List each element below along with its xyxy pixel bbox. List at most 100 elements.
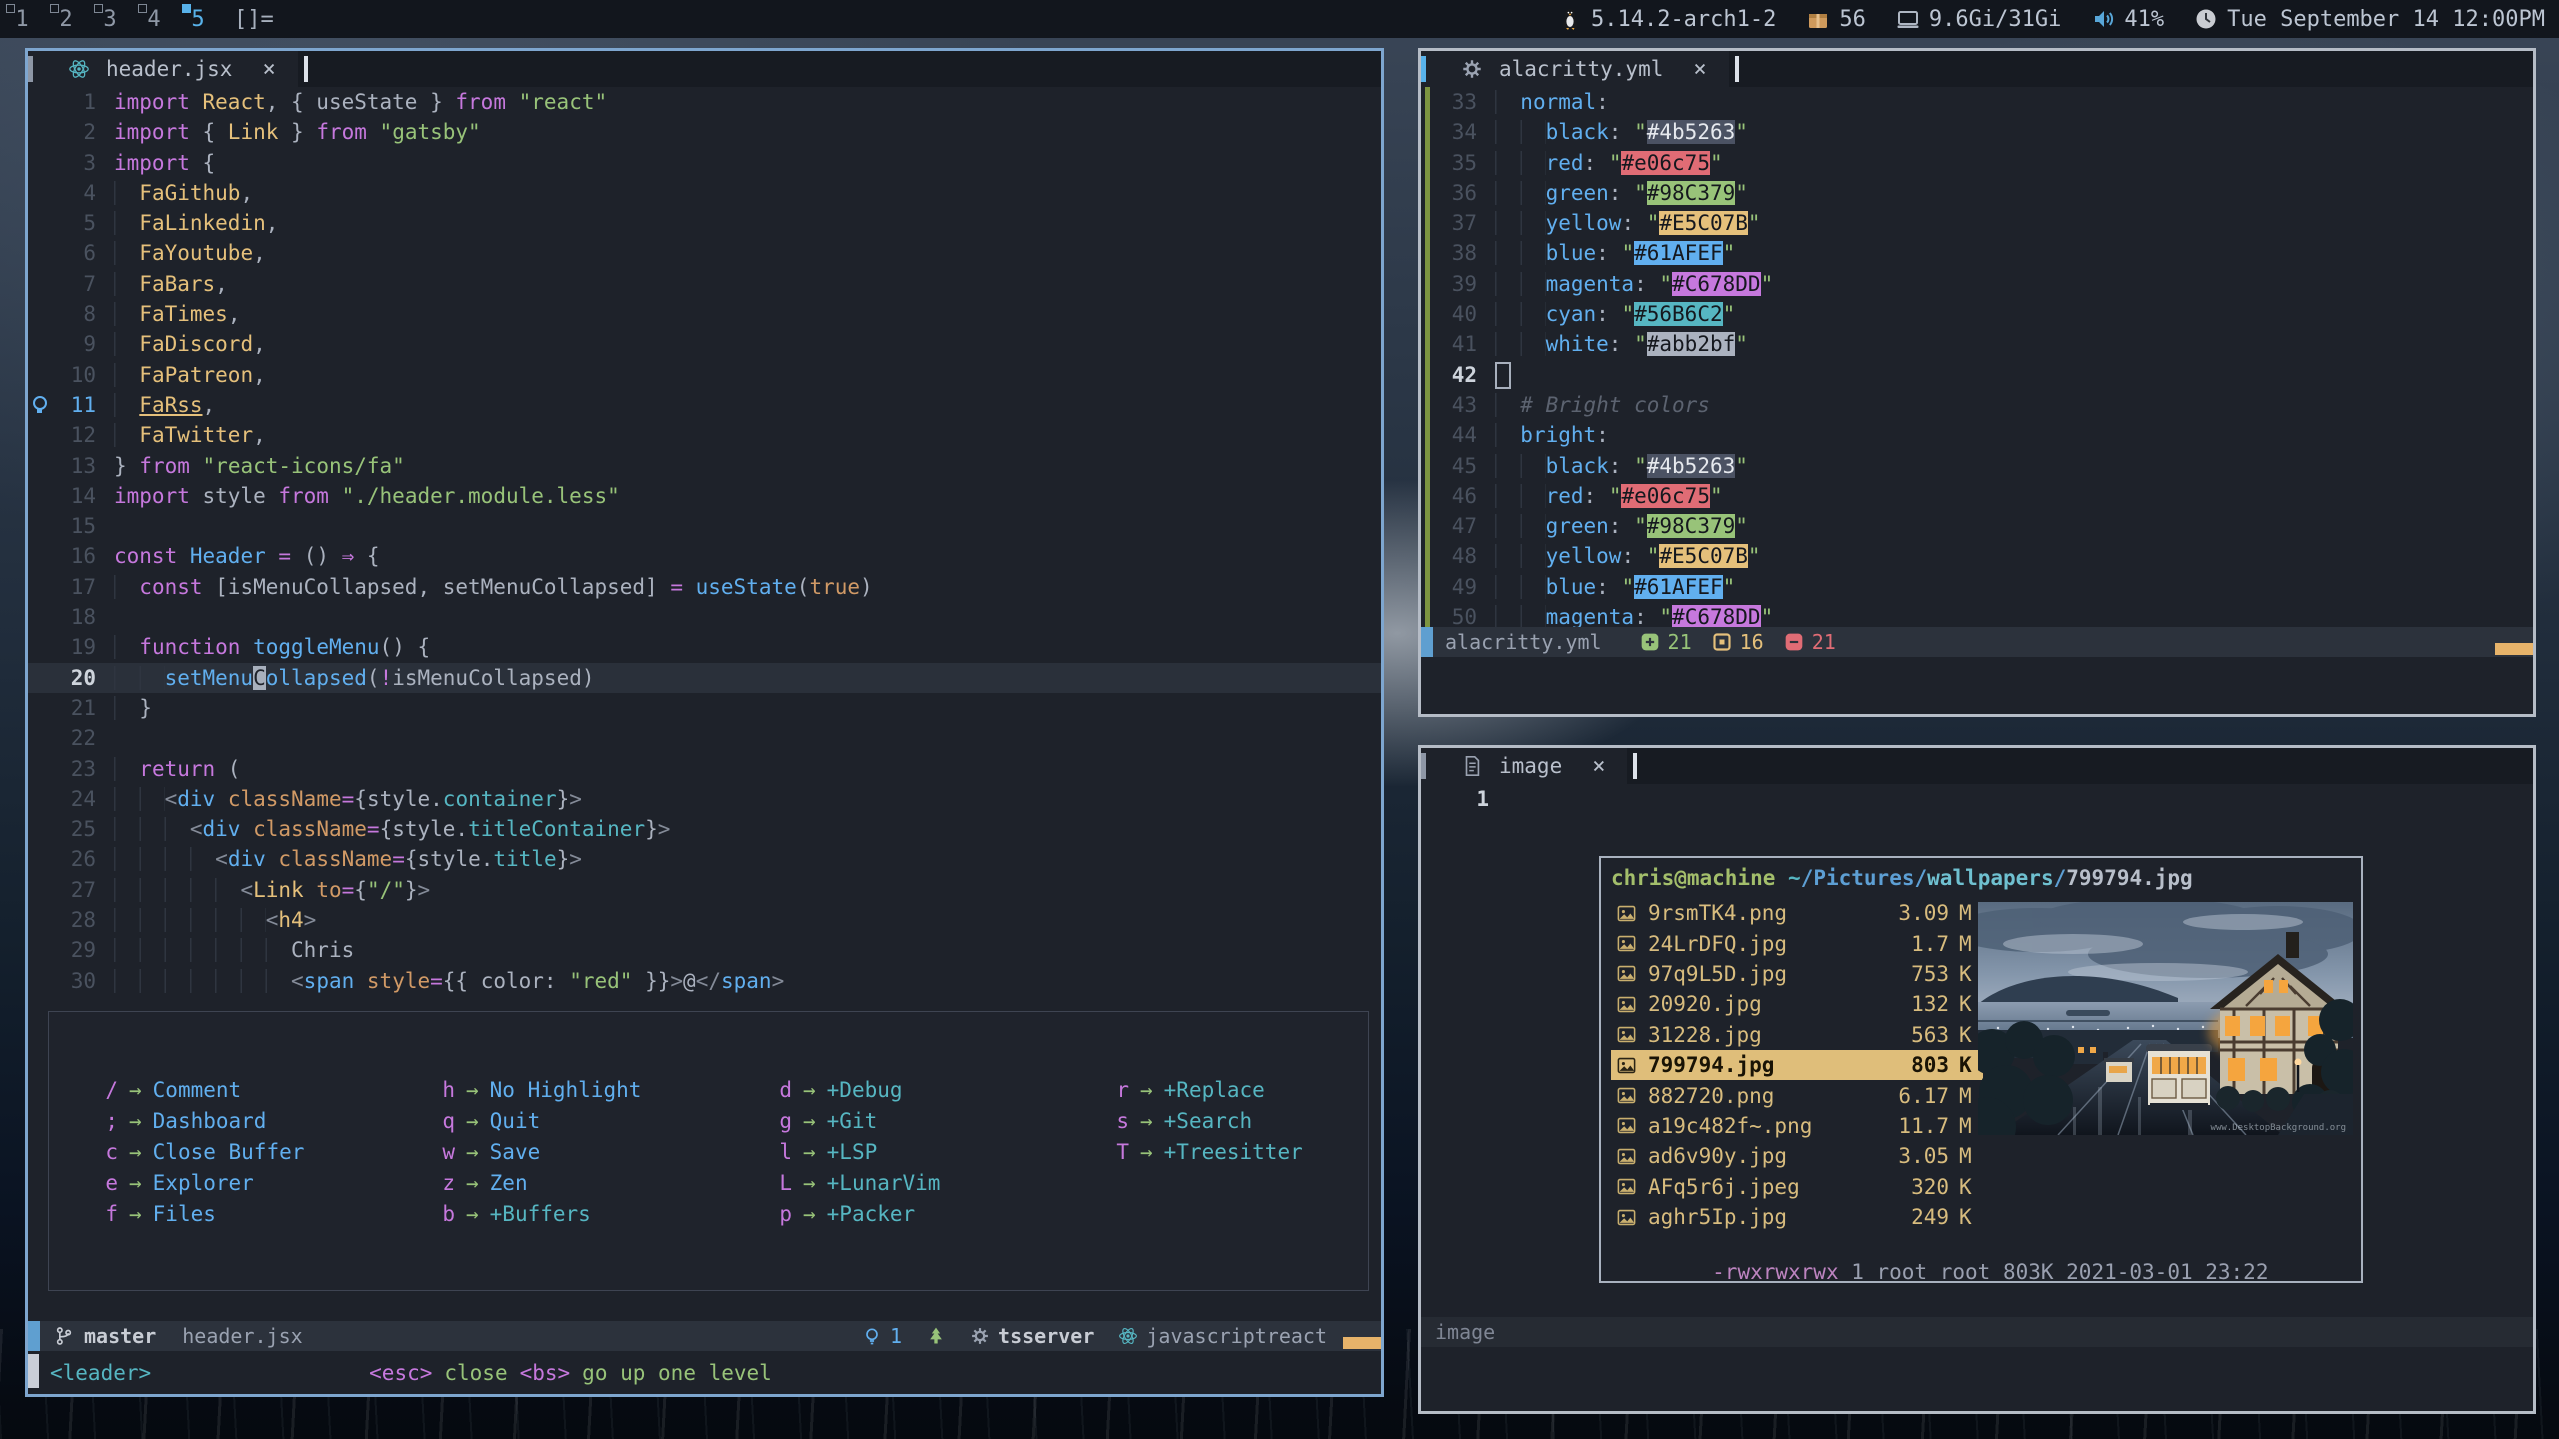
code-line: 37 yellow: "#E5C07B" xyxy=(1421,208,2533,238)
tabline-cursor xyxy=(1633,753,1637,779)
whichkey-entry[interactable]: q→Quit xyxy=(441,1105,778,1136)
code-buffer[interactable]: 33 normal:34 black: "#4b5263"35 red: "#e… xyxy=(1421,87,2533,627)
layout-symbol[interactable]: []= xyxy=(234,7,274,32)
code-line: 22 xyxy=(28,723,1381,753)
close-icon[interactable]: × xyxy=(262,57,275,82)
file-permissions: -rwxrwxrwx xyxy=(1712,1260,1838,1284)
lsp-server: tsserver xyxy=(998,1324,1094,1348)
file-row[interactable]: 31228.jpg563K xyxy=(1611,1020,1983,1050)
statusline-filename: image xyxy=(1435,1320,1495,1344)
whichkey-entry[interactable]: e→Explorer xyxy=(104,1167,441,1198)
clock-icon xyxy=(2194,7,2218,31)
whichkey-entry[interactable]: ;→Dashboard xyxy=(104,1105,441,1136)
whichkey-entry[interactable]: d→+Debug xyxy=(778,1074,1115,1105)
statusline-filename: header.jsx xyxy=(182,1324,302,1348)
whichkey-entry[interactable]: z→Zen xyxy=(441,1167,778,1198)
file-row[interactable]: 9rsmTK4.png3.09M xyxy=(1611,898,1983,928)
git-added-count: 21 xyxy=(1668,630,1692,654)
whichkey-grid: /→Comment;→Dashboardc→Close Buffere→Expl… xyxy=(104,1074,1368,1229)
cmdline: <leader> <esc> close <bs> go up one leve… xyxy=(28,1351,1381,1394)
code-line: 39 magenta: "#C678DD" xyxy=(1421,269,2533,299)
git-remove-icon xyxy=(1784,632,1804,652)
workspace-tag-2[interactable]: 2 xyxy=(44,0,88,38)
workspace-tag-1[interactable]: 1 xyxy=(0,0,44,38)
cmdline-cursor-block xyxy=(28,1354,39,1388)
picture-icon xyxy=(1617,935,1636,952)
file-meta: 1 root root 803K 2021-03-01 23:22 xyxy=(1839,1260,2269,1284)
file-row[interactable]: 97q9L5D.jpg753K xyxy=(1611,959,1983,989)
code-line: 45 black: "#4b5263" xyxy=(1421,451,2533,481)
whichkey-entry[interactable]: /→Comment xyxy=(104,1074,441,1105)
whichkey-entry[interactable]: f→Files xyxy=(104,1198,441,1229)
lightbulb-icon xyxy=(862,1326,882,1346)
whichkey-entry[interactable]: b→+Buffers xyxy=(441,1198,778,1229)
status-segment: 41% xyxy=(2091,7,2164,32)
code-line: 46 red: "#e06c75" xyxy=(1421,481,2533,511)
workspace-tag-3[interactable]: 3 xyxy=(88,0,132,38)
picture-icon xyxy=(1617,1178,1636,1195)
code-line: 11 FaRss, xyxy=(28,390,1381,420)
code-line: 23 return ( xyxy=(28,754,1381,784)
close-icon[interactable]: × xyxy=(1693,57,1706,82)
volume-icon xyxy=(2091,7,2115,31)
close-icon[interactable]: × xyxy=(1592,754,1605,779)
mode-indicator xyxy=(1421,627,1433,657)
code-line: 5 FaLinkedin, xyxy=(28,208,1381,238)
code-line: 1import React, { useState } from "react" xyxy=(28,87,1381,117)
statusline: image xyxy=(1421,1317,2533,1347)
code-line: 43 # Bright colors xyxy=(1421,390,2533,420)
code-line: 34 black: "#4b5263" xyxy=(1421,117,2533,147)
user-host: chris@machine xyxy=(1611,866,1775,898)
code-line: 47 green: "#98C379" xyxy=(1421,511,2533,541)
code-line: 49 blue: "#61AFEF" xyxy=(1421,572,2533,602)
filetype-react-icon xyxy=(1118,1326,1138,1346)
whichkey-entry[interactable]: r→+Replace xyxy=(1115,1074,1452,1105)
bar-status: 5.14.2-arch1-2569.6Gi/31Gi41%Tue Septemb… xyxy=(1558,7,2559,32)
whichkey-entry[interactable]: p→+Packer xyxy=(778,1198,1115,1229)
file-row[interactable]: 20920.jpg132K xyxy=(1611,989,1983,1019)
code-line: 18 xyxy=(28,602,1381,632)
file-row[interactable]: 882720.png6.17M xyxy=(1611,1080,1983,1110)
whichkey-popup: /→Comment;→Dashboardc→Close Buffere→Expl… xyxy=(48,1011,1369,1291)
statusline: master header.jsx 1 tsserver javascriptr… xyxy=(28,1321,1381,1351)
file-row[interactable]: 799794.jpg803K xyxy=(1611,1050,1983,1080)
tabline-cursor xyxy=(304,56,308,82)
workspace-tag-4[interactable]: 4 xyxy=(132,0,176,38)
penguin-icon xyxy=(1558,7,1582,31)
dwm-bar: 12345 []= 5.14.2-arch1-2569.6Gi/31Gi41%T… xyxy=(0,0,2559,38)
scrollbar-thumb[interactable] xyxy=(1343,1337,1381,1349)
workspace-indicator xyxy=(138,4,147,13)
git-add-icon xyxy=(1640,632,1660,652)
file-row[interactable]: a19c482f~.png11.7M xyxy=(1611,1111,1983,1141)
file-row[interactable]: 24LrDFQ.jpg1.7M xyxy=(1611,928,1983,958)
statusline-filename: alacritty.yml xyxy=(1445,630,1602,654)
whichkey-entry[interactable]: l→+LSP xyxy=(778,1136,1115,1167)
whichkey-entry[interactable]: g→+Git xyxy=(778,1105,1115,1136)
code-line: 48 yellow: "#E5C07B" xyxy=(1421,541,2533,571)
tab-header-jsx[interactable]: header.jsx × xyxy=(28,51,298,87)
status-segment: 56 xyxy=(1806,7,1866,32)
code-line: 36 green: "#98C379" xyxy=(1421,178,2533,208)
lsp-gear-icon xyxy=(970,1326,990,1346)
file-row[interactable]: ad6v90y.jpg3.05M xyxy=(1611,1141,1983,1171)
whichkey-entry[interactable]: c→Close Buffer xyxy=(104,1136,441,1167)
workspace-tag-5[interactable]: 5 xyxy=(176,0,220,38)
scrollbar-thumb[interactable] xyxy=(2495,643,2533,655)
tab-image[interactable]: image × xyxy=(1421,748,1627,784)
whichkey-entry[interactable]: h→No Highlight xyxy=(441,1074,778,1105)
picture-icon xyxy=(1617,965,1636,982)
code-line: 50 magenta: "#C678DD" xyxy=(1421,602,2533,627)
whichkey-entry[interactable]: T→+Treesitter xyxy=(1115,1136,1452,1167)
treesitter-icon xyxy=(926,1326,946,1346)
whichkey-entry[interactable]: s→+Search xyxy=(1115,1105,1452,1136)
code-line: 25 <div className={style.titleContainer}… xyxy=(28,814,1381,844)
file-row[interactable]: AFq5r6j.jpeg320K xyxy=(1611,1172,1983,1202)
file-row[interactable]: aghr5Ip.jpg249K xyxy=(1611,1202,1983,1232)
picture-icon xyxy=(1617,1148,1636,1165)
tab-title: alacritty.yml xyxy=(1499,57,1663,81)
window-header-jsx: header.jsx × 1import React, { useState }… xyxy=(25,48,1384,1397)
tab-alacritty-yml[interactable]: alacritty.yml × xyxy=(1421,51,1729,87)
whichkey-entry[interactable]: L→+LunarVim xyxy=(778,1167,1115,1198)
whichkey-entry[interactable]: w→Save xyxy=(441,1136,778,1167)
code-line: 33 normal: xyxy=(1421,87,2533,117)
